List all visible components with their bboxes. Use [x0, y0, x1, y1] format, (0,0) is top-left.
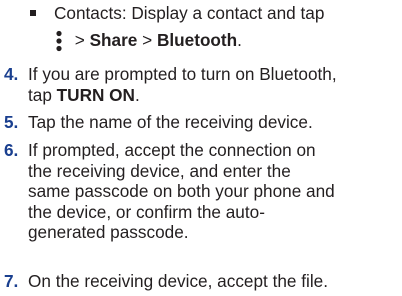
step-number: 7. [4, 271, 19, 291]
step-line: the receiving device, and enter the [28, 160, 291, 181]
more-vert-icon [56, 30, 62, 52]
step-line: tap TURN ON. [28, 85, 400, 106]
bullet-item-text: Contacts: Display a contact and tap > Sh… [54, 2, 400, 52]
separator-2: > [137, 30, 157, 50]
step-line: Tap the name of the receiving device. [28, 112, 313, 132]
bluetooth-label: Bluetooth [156, 30, 238, 50]
turn-on-label: TURN ON [56, 84, 135, 105]
step-body: Tap the name of the receiving device. [28, 112, 400, 133]
step-number: 6. [4, 140, 19, 160]
step-line: On the receiving device, accept the file… [28, 271, 328, 291]
step-number: 4. [4, 64, 19, 84]
step-line: the device, or confirm the auto- [28, 201, 265, 222]
instructions-document: Contacts: Display a contact and tap > Sh… [0, 0, 402, 296]
square-bullet-icon [30, 10, 36, 16]
step-text: . [134, 84, 140, 105]
bullet-line-2: > Share > Bluetooth. [54, 29, 400, 52]
step-line: same passcode on both your phone and [28, 181, 335, 201]
bullet-line-1: Contacts: Display a contact and tap [54, 3, 325, 23]
step-line: If prompted, accept the connection on [28, 140, 316, 160]
line-end: . [237, 30, 242, 50]
step-body: On the receiving device, accept the file… [28, 271, 400, 292]
step-line: If you are prompted to turn on Bluetooth… [28, 64, 337, 84]
step-number: 5. [4, 112, 19, 132]
step-body: If prompted, accept the connection on th… [28, 140, 400, 243]
share-label: Share [89, 30, 138, 50]
step-text: tap [28, 84, 57, 105]
separator-1: > [70, 30, 90, 50]
step-body: If you are prompted to turn on Bluetooth… [28, 64, 400, 105]
step-line: generated passcode. [28, 222, 189, 242]
